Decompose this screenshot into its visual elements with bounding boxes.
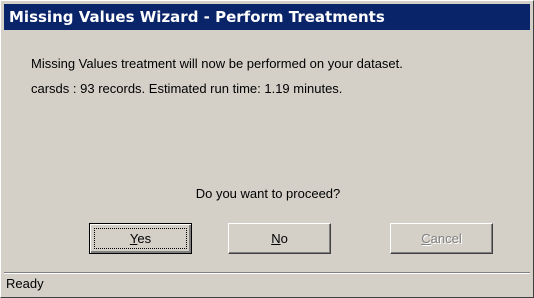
title-bar[interactable]: Missing Values Wizard - Perform Treatmen… <box>4 4 530 30</box>
cancel-button-label: Cancel <box>421 231 461 246</box>
yes-button[interactable]: Yes <box>89 223 192 254</box>
cancel-mnemonic: C <box>421 231 431 246</box>
status-text: Ready <box>6 276 44 291</box>
no-label-rest: o <box>280 231 288 246</box>
no-mnemonic: N <box>271 231 281 246</box>
focus-rectangle <box>94 228 187 249</box>
cancel-button[interactable]: Cancel <box>390 223 493 254</box>
no-button[interactable]: No <box>228 223 331 254</box>
dialog-window: Missing Values Wizard - Perform Treatmen… <box>0 0 534 298</box>
message-line-1: Missing Values treatment will now be per… <box>31 56 403 71</box>
window-title: Missing Values Wizard - Perform Treatmen… <box>9 8 385 26</box>
no-button-label: No <box>271 231 288 246</box>
proceed-question: Do you want to proceed? <box>195 186 341 201</box>
message-line-2: carsds : 93 records. Estimated run time:… <box>31 81 343 96</box>
cancel-label-rest: ancel <box>430 231 462 246</box>
status-bar: Ready <box>4 272 530 294</box>
